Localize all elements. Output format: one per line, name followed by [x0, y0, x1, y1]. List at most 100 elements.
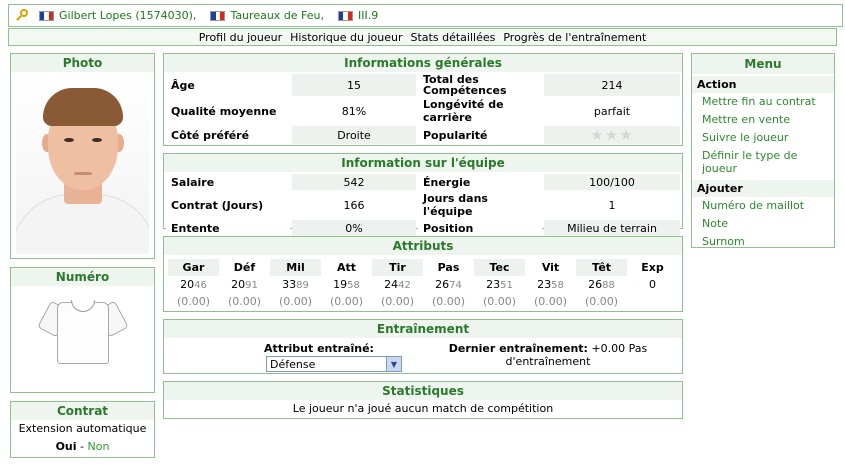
attribute-change: (0.00): [533, 295, 568, 308]
auto-extension-choice: Oui - Non: [11, 438, 154, 456]
attribute-header: Vit: [525, 259, 576, 276]
attribute-change: [627, 294, 678, 310]
attribute-change: (0.00): [176, 295, 211, 308]
table-row: Contrat (Jours) 166 Jours dans l'équipe …: [166, 192, 680, 218]
tab-detailed-stats[interactable]: Stats détaillées: [411, 31, 496, 44]
attribute-decimal: 74: [449, 280, 462, 291]
trained-attribute-select[interactable]: Défense ▼: [266, 356, 402, 372]
attribute-value: 2351: [474, 276, 525, 294]
preferred-side-value: Droite: [292, 126, 416, 144]
auto-extension-label: Extension automatique: [18, 422, 147, 435]
attribute-header: Exp: [627, 259, 678, 276]
attribute-change: (0.00): [380, 295, 415, 308]
number-panel: Numéro: [10, 267, 155, 393]
player-photo: [16, 76, 149, 254]
option-non[interactable]: Non: [87, 440, 109, 453]
menu-item-jersey-number[interactable]: Numéro de maillot: [692, 199, 834, 212]
menu-item-note[interactable]: Note: [692, 217, 834, 230]
attribute-change: (0.00): [278, 295, 313, 308]
option-oui[interactable]: Oui: [56, 440, 77, 453]
trained-attribute-value: Défense: [270, 357, 316, 371]
team-link[interactable]: Taureaux de Feu,: [230, 9, 324, 22]
trained-attribute-label: Attribut entraîné:: [264, 342, 374, 355]
last-training: Dernier entraînement: +0.00 Pas d'entraî…: [424, 342, 682, 372]
player-subnav: Profil du joueur Historique du joueur St…: [8, 28, 837, 46]
statistics-title: Statistiques: [164, 382, 682, 400]
avg-quality-value: 81%: [292, 98, 416, 124]
attribute-decimal: 88: [602, 280, 615, 291]
salary-value: 542: [292, 174, 416, 190]
general-info-title: Informations générales: [164, 54, 682, 72]
attribute-value: 2442: [372, 276, 423, 294]
menu-item-sell[interactable]: Mettre en vente: [692, 113, 834, 126]
menu-section-add: Ajouter: [692, 180, 834, 197]
menu-item-end-contract[interactable]: Mettre fin au contrat: [692, 95, 834, 108]
attribute-header: Tec: [474, 259, 525, 276]
energy-label: Énergie: [418, 174, 542, 190]
attribute-main: 26: [588, 278, 603, 291]
france-flag-icon: [338, 10, 354, 21]
menu-section-action: Action: [692, 76, 834, 93]
photo-title: Photo: [11, 54, 154, 72]
last-training-label: Dernier entraînement:: [448, 342, 588, 355]
general-info-panel: Informations générales Âge 15 Total des …: [163, 53, 683, 146]
attribute-main: 20: [180, 278, 195, 291]
attribute-main: 20: [231, 278, 246, 291]
tab-profile[interactable]: Profil du joueur: [199, 31, 282, 44]
table-row: Côté préféré Droite Popularité ★★★: [166, 126, 680, 144]
age-value: 15: [292, 74, 416, 96]
attribute-change: (0.00): [431, 295, 466, 308]
attribute-header: Gar: [168, 259, 219, 276]
contract-panel: Contrat Extension automatique Oui - Non: [10, 401, 155, 458]
chevron-down-icon[interactable]: ▼: [386, 357, 401, 371]
attribute-value: 1958: [321, 276, 372, 294]
league-link[interactable]: III.9: [358, 9, 378, 22]
attribute-decimal: 51: [500, 280, 513, 291]
statistics-panel: Statistiques Le joueur n'a joué aucun ma…: [163, 381, 683, 419]
attribute-value: 2674: [423, 276, 474, 294]
attribute-change: (0.00): [329, 295, 364, 308]
contract-title: Contrat: [11, 402, 154, 420]
total-skills-label: Total des Compétences: [418, 74, 542, 96]
attribute-change: (0.00): [227, 295, 262, 308]
attribute-main: 23: [537, 278, 552, 291]
team-info-panel: Information sur l'équipe Salaire 542 Éne…: [163, 153, 683, 236]
attribute-value: 3389: [270, 276, 321, 294]
general-info-table: Âge 15 Total des Compétences 214 Qualité…: [164, 72, 682, 146]
menu-item-nickname[interactable]: Surnom: [692, 235, 834, 248]
france-flag-icon: [39, 10, 54, 21]
attribute-main: 33: [282, 278, 297, 291]
tab-training-progress[interactable]: Progrès de l'entraînement: [503, 31, 646, 44]
team-info-title: Information sur l'équipe: [164, 154, 682, 172]
menu-item-player-type[interactable]: Définir le type de joueur: [692, 149, 834, 175]
attribute-value: 0: [627, 276, 678, 294]
attribute-main: 23: [486, 278, 501, 291]
menu-title: Menu: [692, 54, 834, 74]
position-label: Position: [418, 220, 542, 236]
attribute-main: 26: [435, 278, 450, 291]
days-in-team-value: 1: [544, 192, 680, 218]
menu-panel: Menu Action Mettre fin au contrat Mettre…: [691, 53, 835, 248]
days-in-team-label: Jours dans l'équipe: [418, 192, 542, 218]
attribute-value: 2358: [525, 276, 576, 294]
attribute-change: (0.00): [584, 295, 619, 308]
contract-days-value: 166: [292, 192, 416, 218]
jersey-icon: [37, 296, 129, 366]
attribute-decimal: 46: [194, 280, 207, 291]
chemistry-label: Entente: [166, 220, 290, 236]
team-info-table: Salaire 542 Énergie 100/100 Contrat (Jou…: [164, 172, 682, 238]
attribute-main: 0: [649, 278, 656, 291]
training-title: Entraînement: [164, 320, 682, 338]
separator: -: [76, 440, 88, 453]
player-name-link[interactable]: Gilbert Lopes (1574030),: [59, 9, 196, 22]
search-icon[interactable]: [15, 8, 29, 23]
attribute-header: Att: [321, 259, 372, 276]
table-row: Salaire 542 Énergie 100/100: [166, 174, 680, 190]
preferred-side-label: Côté préféré: [166, 126, 290, 144]
attribute-value: 2046: [168, 276, 219, 294]
menu-item-follow[interactable]: Suivre le joueur: [692, 131, 834, 144]
attribute-header: Tir: [372, 259, 423, 276]
photo-panel: Photo: [10, 53, 155, 259]
tab-history[interactable]: Historique du joueur: [290, 31, 402, 44]
star-icon: ★★★: [590, 126, 634, 144]
